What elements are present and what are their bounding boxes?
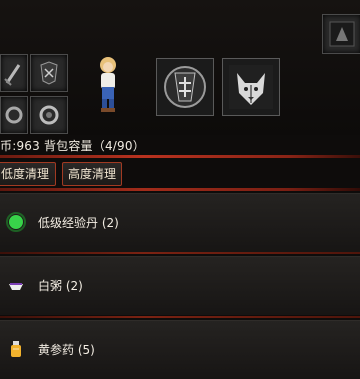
list-item[interactable]: 白粥 (2) bbox=[0, 256, 360, 315]
emblem-slot-main[interactable] bbox=[156, 58, 214, 116]
equip-slot-ring-left[interactable] bbox=[0, 96, 28, 134]
porridge-bowl-icon bbox=[9, 283, 23, 290]
equip-slot-top-right[interactable] bbox=[322, 14, 360, 54]
sort-buttons-row: 低度清理 高度清理 bbox=[0, 160, 360, 186]
high-clean-button[interactable]: 高度清理 bbox=[62, 162, 122, 186]
item-label: 白粥 (2) bbox=[38, 279, 83, 293]
pet-slot-wolf[interactable] bbox=[222, 58, 280, 116]
character-avatar[interactable] bbox=[94, 55, 122, 113]
list-item[interactable]: 黄参药 (5) bbox=[0, 320, 360, 379]
sword-icon bbox=[4, 64, 21, 86]
equip-slot-armor[interactable] bbox=[30, 54, 68, 92]
wolf-icon bbox=[229, 65, 273, 109]
item-label: 低级经验丹 (2) bbox=[38, 216, 119, 230]
shield-emblem-icon bbox=[164, 66, 206, 108]
row-divider bbox=[0, 252, 360, 254]
section-divider bbox=[0, 155, 360, 158]
currency-capacity-text: 币:963 背包容量（4/90） bbox=[0, 139, 145, 153]
equip-slot-weapon[interactable] bbox=[0, 54, 28, 92]
section-divider bbox=[0, 188, 360, 191]
list-item[interactable]: 低级经验丹 (2) bbox=[0, 193, 360, 252]
equipment-panel bbox=[0, 0, 360, 135]
green-orb-icon bbox=[6, 212, 26, 232]
armor-icon bbox=[40, 61, 58, 85]
item-label: 黄参药 (5) bbox=[38, 343, 95, 357]
low-clean-button[interactable]: 低度清理 bbox=[0, 162, 56, 186]
equip-slot-ring-right[interactable] bbox=[30, 96, 68, 134]
ring-icon bbox=[39, 105, 59, 125]
equipment-icon bbox=[329, 21, 355, 47]
potion-bottle-icon bbox=[11, 341, 21, 357]
row-divider bbox=[0, 316, 360, 318]
ring-icon bbox=[5, 106, 23, 124]
